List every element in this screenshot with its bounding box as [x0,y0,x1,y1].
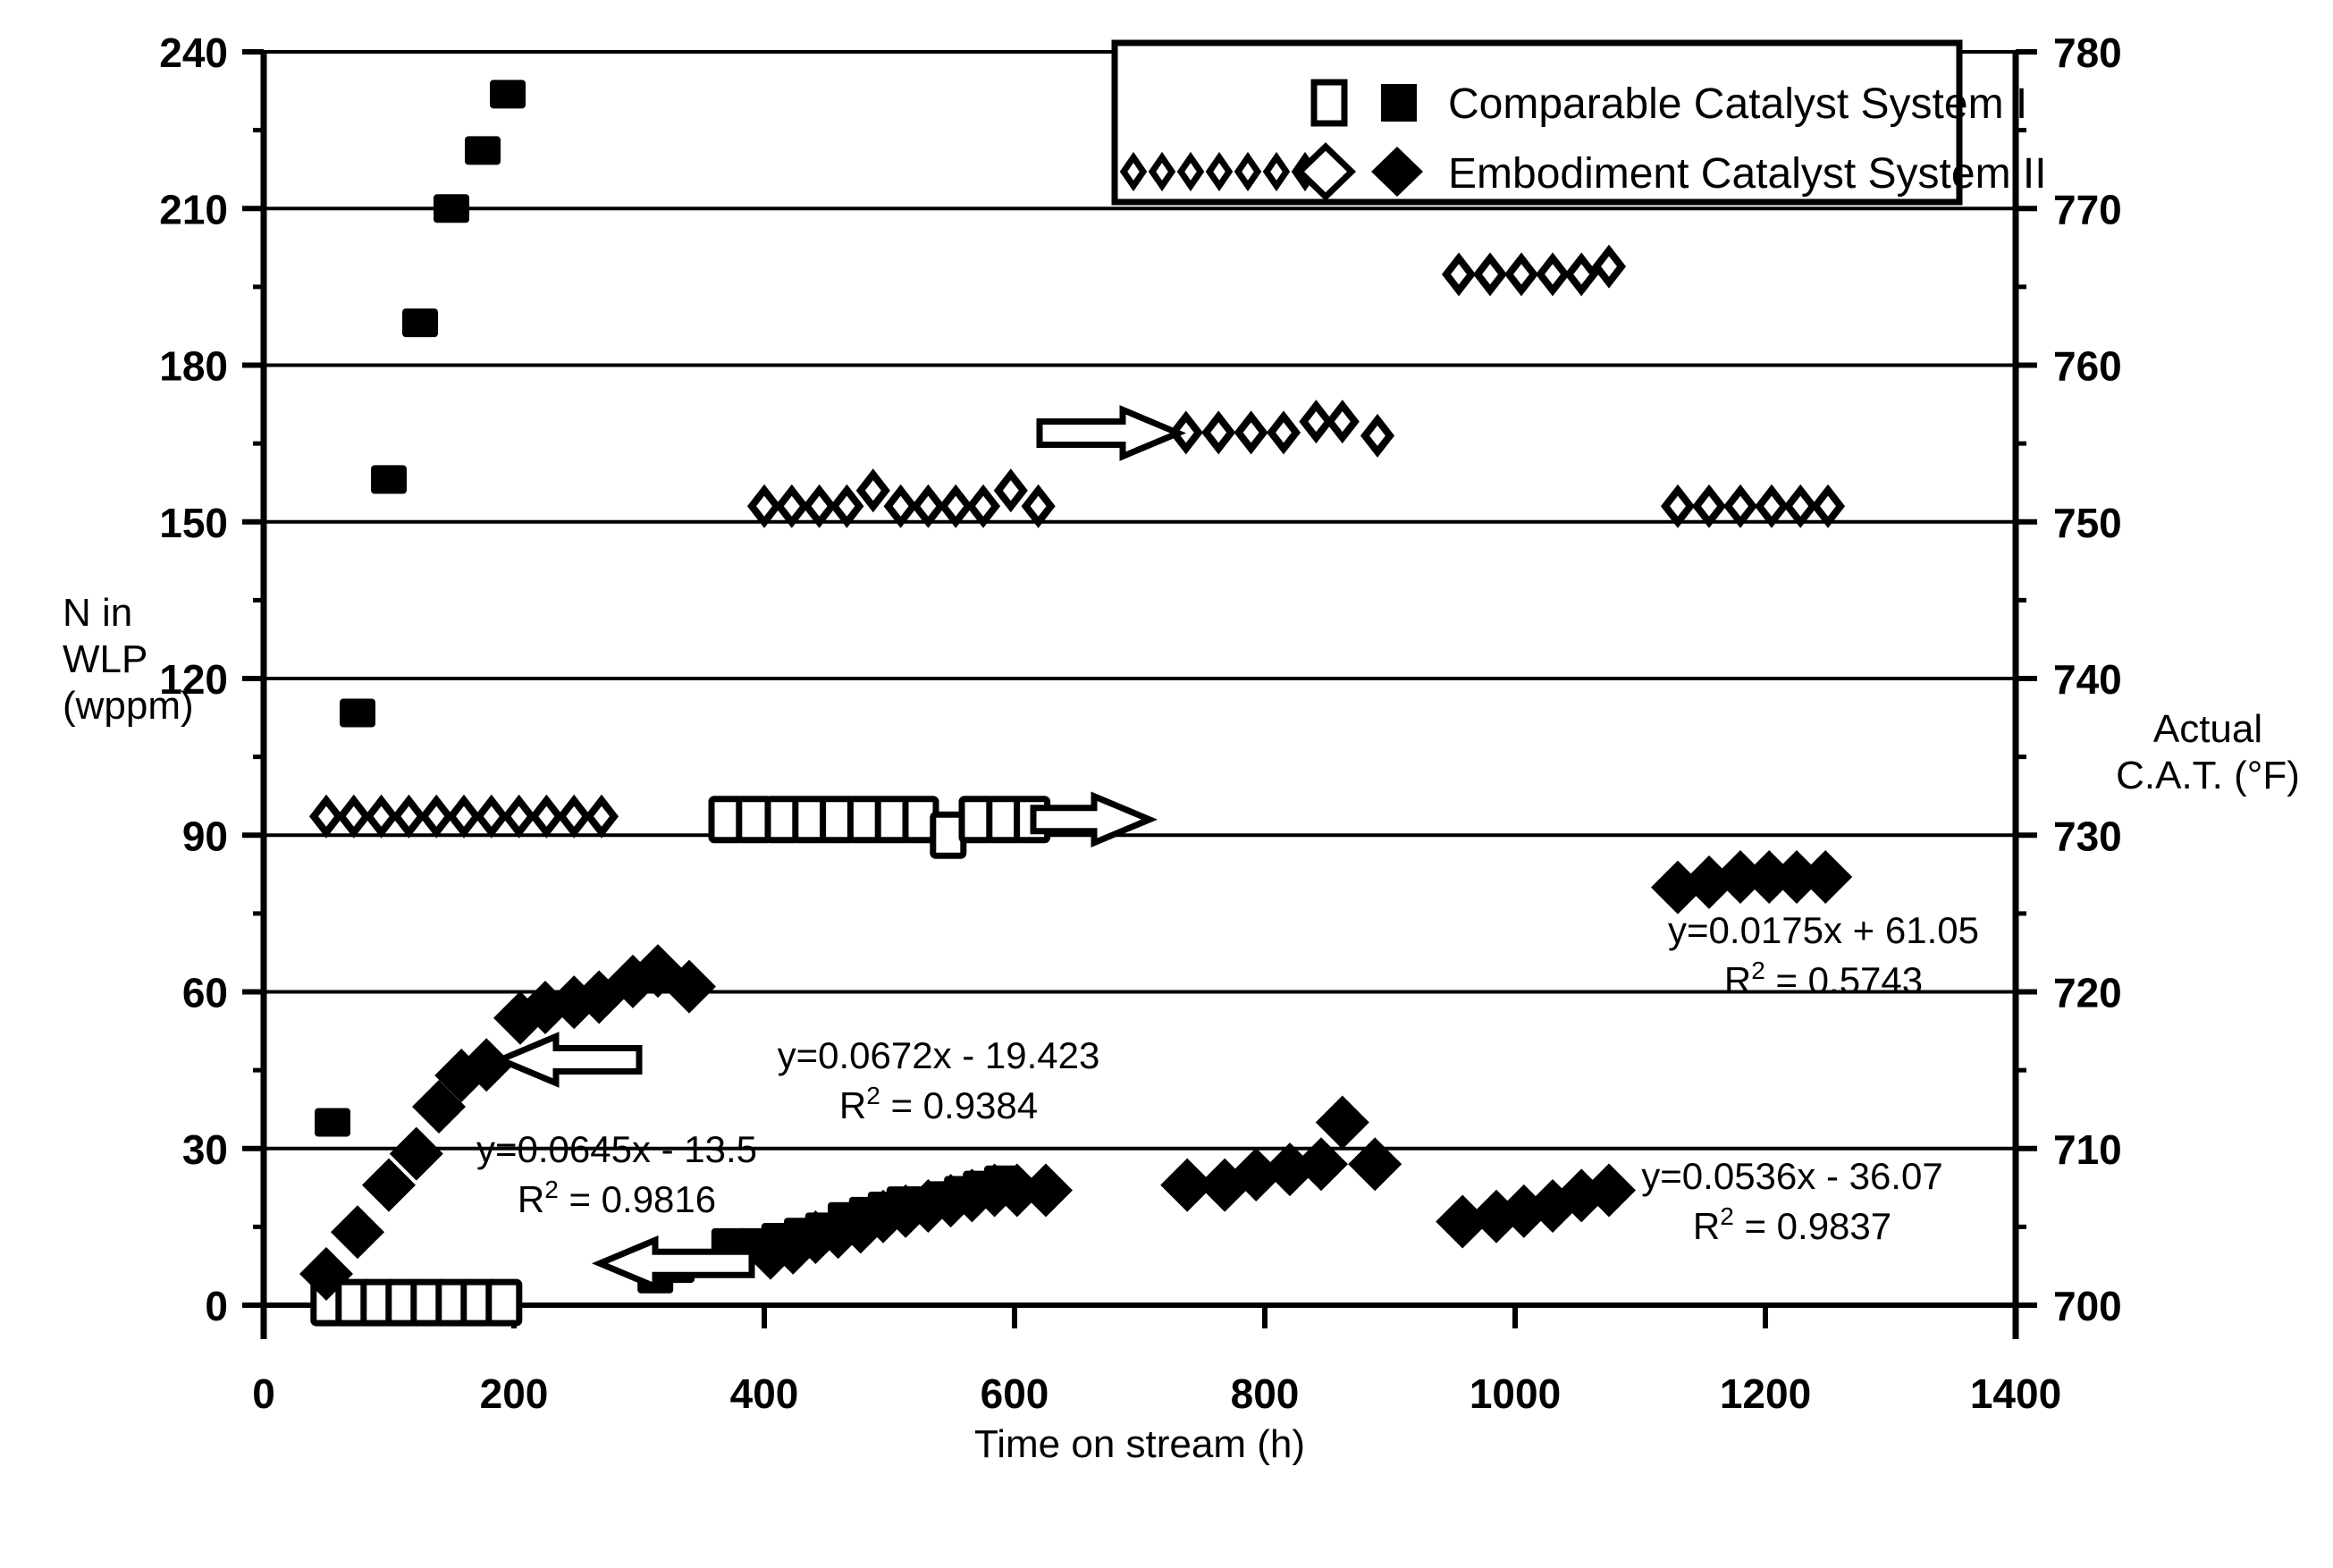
marker-filled-square [434,194,469,223]
legend-filled-square-icon [1381,84,1417,122]
y-axis-label-left: (wppm) [63,684,194,728]
marker-filled-square [465,136,501,165]
y-axis-label-right: C.A.T. (°F) [2116,754,2300,797]
x-tick-label: 600 [981,1370,1049,1417]
legend-label-comparable: Comparable Catalyst System I [1448,80,2027,128]
y-tick-label-right: 760 [2053,343,2122,390]
marker-open-square [485,1278,523,1327]
marker-filled-square [402,308,438,338]
y-tick-label-left: 90 [182,813,228,859]
equation-line-1: y=0.0645x - 13.5 [476,1128,757,1170]
x-tick-label: 800 [1231,1370,1300,1417]
background [0,0,2333,1568]
x-axis-label: Time on stream (h) [974,1422,1305,1466]
legend-label-embodiment: Embodiment Catalyst System II [1448,150,2047,198]
y-axis-label-left: WLP [63,637,147,681]
series-group [308,794,619,839]
x-tick-label: 1400 [1970,1370,2061,1417]
equation-line-1: y=0.0175x + 61.05 [1668,909,1979,951]
legend-open-square-icon [1310,79,1348,127]
marker-filled-square [371,465,407,494]
scatter-plot-canvas: 0306090120150180210240 70071072073074075… [0,0,2333,1568]
y-tick-label-right: 730 [2053,813,2122,859]
y-axis-label-left: N in [63,591,132,635]
y-tick-label-right: 700 [2053,1283,2122,1329]
y-tick-label-right: 780 [2053,30,2122,76]
series-group [310,1278,523,1327]
y-tick-label-left: 30 [182,1126,228,1173]
marker-filled-square [490,80,526,109]
x-tick-label: 0 [252,1370,275,1417]
equation-line-1: y=0.0672x - 19.423 [778,1034,1100,1076]
x-tick-label: 200 [480,1370,549,1417]
y-tick-label-right: 710 [2053,1126,2122,1173]
marker-filled-square [315,1108,350,1137]
y-axis-label-right: Actual [2153,707,2262,751]
legend: Comparable Catalyst System I Embodiment C… [1111,39,2047,206]
equation-line-1: y=0.0536x - 36.07 [1641,1155,1942,1197]
y-tick-label-left: 180 [159,343,228,390]
y-tick-label-right: 720 [2053,970,2122,1016]
marker-filled-square [340,698,375,728]
y-tick-label-left: 210 [159,186,228,232]
y-tick-label-right: 750 [2053,500,2122,546]
chart-figure: 0 30 60 90 120 150 180 210 240 700 710 720 730 740 75… [0,0,2333,1568]
y-tick-label-left: 150 [159,500,228,546]
y-tick-label-right: 770 [2053,186,2122,232]
x-tick-label: 1200 [1720,1370,1811,1417]
x-tick-label: 400 [730,1370,799,1417]
x-tick-label: 1000 [1470,1370,1561,1417]
y-tick-label-right: 740 [2053,656,2122,703]
y-tick-label-left: 240 [159,30,228,76]
y-tick-label-left: 0 [205,1283,228,1329]
y-tick-label-left: 60 [182,970,228,1016]
